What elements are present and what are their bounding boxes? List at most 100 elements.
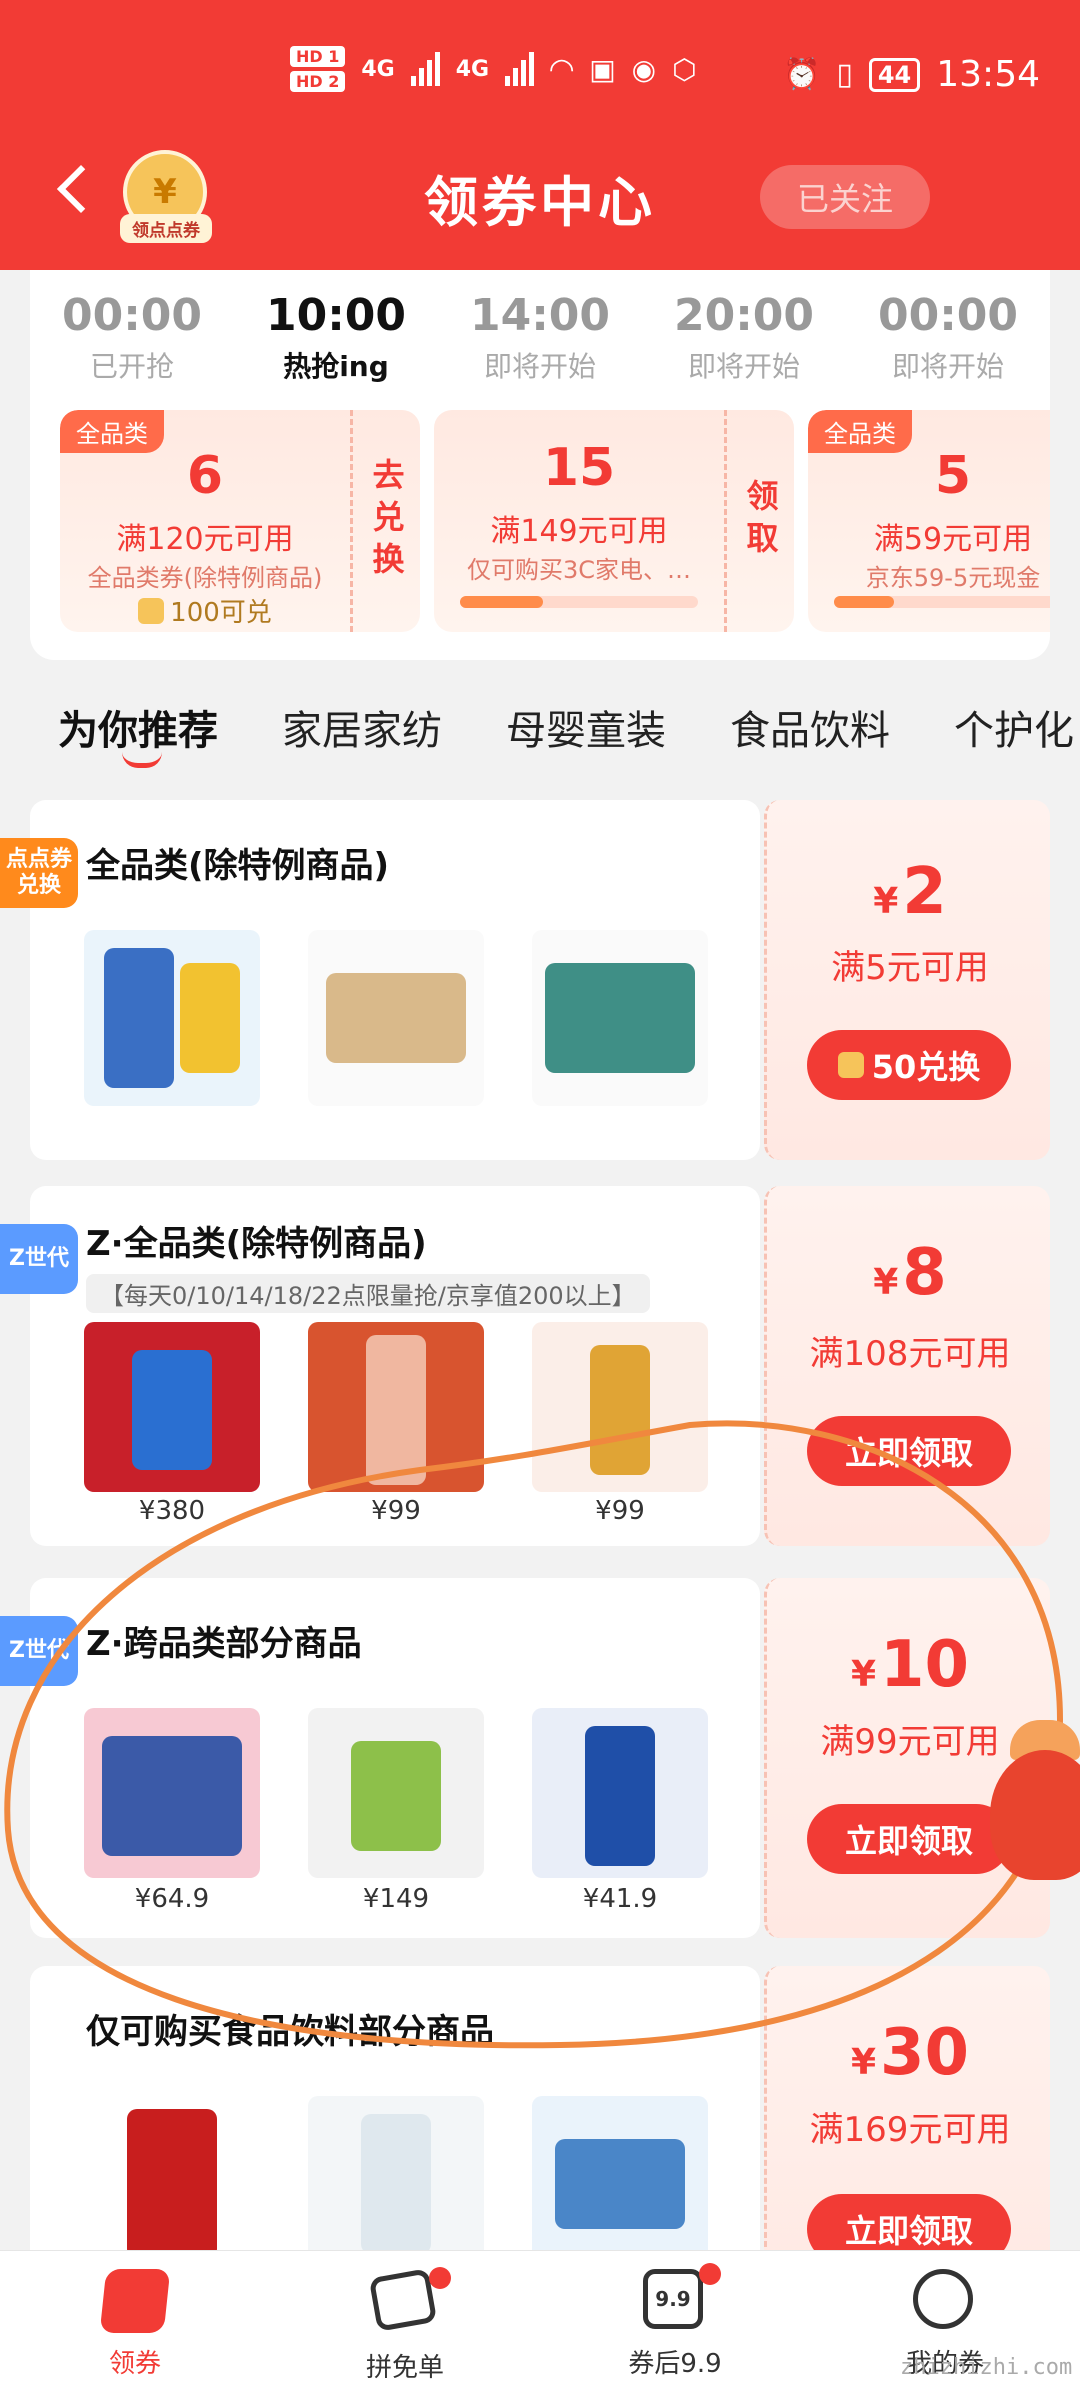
product-image-water[interactable] (308, 2096, 484, 2266)
signal-icon (410, 52, 440, 86)
session-status: 热抢ing (283, 350, 389, 383)
tab-home-textiles[interactable]: 家居家纺 (282, 698, 442, 756)
session-tab-active[interactable]: 10:00 热抢ing (234, 270, 438, 385)
product-price: ¥149 (362, 1884, 430, 1914)
flash-coupon[interactable]: 15 满149元可用 仅可购买3C家电、… 领取 (434, 410, 794, 632)
product-image-body-wash[interactable] (532, 1708, 708, 1878)
tab-food-drinks[interactable]: 食品饮料 (730, 698, 890, 756)
currency-symbol: ¥ (873, 1262, 899, 1303)
category-tabs: 为你推荐 家居家纺 母婴童装 食品饮料 个护化 (0, 680, 1080, 780)
session-status: 已开抢 (89, 350, 174, 383)
coupon-card: Z世代 Z·跨品类部分商品 ¥64.9 ¥149 ¥41.9 ¥10 满99元可… (0, 1578, 1053, 1938)
claim-button[interactable]: 立即领取 (807, 1416, 1011, 1486)
coupon-amount: ¥30 (767, 2016, 1053, 2090)
tab-personal-care[interactable]: 个护化 (954, 698, 1074, 756)
follow-button[interactable]: 已关注 (760, 165, 930, 229)
nav-group-buy[interactable]: 拼免单 (305, 2267, 505, 2384)
coupon-value-area: ¥8 满108元可用 立即领取 (764, 1186, 1050, 1546)
coupon-amount: ¥2 (767, 855, 1053, 929)
header-bar: HD 1 HD 2 4G 4G ◠ ▣ ◉ ⬡ ⏰ ▯ 44 13:54 ¥ 领… (0, 0, 1080, 270)
coupon-note: 【每天0/10/14/18/22点限量抢/京享值200以上】 (86, 1274, 650, 1313)
coupon-amount: 6 (186, 446, 224, 506)
exchange-button[interactable]: 50兑换 (807, 1030, 1011, 1100)
coupon-condition: 满149元可用 (490, 514, 668, 549)
nav-label: 券后9.9 (628, 2349, 722, 2379)
product-image-tissues[interactable] (84, 1708, 260, 1878)
coupon-title: 仅可购买食品饮料部分商品 (86, 2012, 494, 2052)
claim-button[interactable]: 立即领取 (807, 1804, 1011, 1874)
shield-icon: ⬡ (672, 52, 697, 86)
product-price: ¥99 (595, 1496, 645, 1526)
active-tab-indicator (122, 752, 162, 768)
coupon-description: 全品类券(除特例商品) (87, 564, 323, 592)
session-time: 00:00 (61, 290, 203, 341)
coupon-title: Z·跨品类部分商品 (86, 1624, 362, 1664)
nav-coupons[interactable]: 领券 (35, 2269, 235, 2380)
vibrate-icon: ▯ (836, 57, 853, 92)
network-4g-label: 4G (361, 56, 395, 82)
notification-dot (699, 2263, 721, 2285)
network-4g-label-2: 4G (455, 56, 490, 82)
coupon-products-area: Z世代 Z·全品类(除特例商品) 【每天0/10/14/18/22点限量抢/京享… (0, 1186, 760, 1546)
coupon-condition: 满120元可用 (116, 522, 294, 557)
signal-icon-2 (505, 52, 535, 86)
alarm-icon: ⏰ (782, 57, 821, 92)
price-tag-icon: 9.9 (643, 2263, 721, 2333)
coupon-card: 点点券兑换 全品类(除特例商品) ¥2 满5元可用 50兑换 (0, 800, 1053, 1160)
product-image-milk[interactable] (308, 930, 484, 1106)
session-tab[interactable]: 14:00 即将开始 (438, 270, 642, 385)
coupon-card: Z世代 Z·全品类(除特例商品) 【每天0/10/14/18/22点限量抢/京享… (0, 1186, 1050, 1546)
product-price: ¥41.9 (582, 1884, 658, 1914)
points-cost: 100可兑 (170, 598, 272, 628)
claim-progress-bar (460, 596, 698, 608)
tab-recommended[interactable]: 为你推荐 (58, 698, 218, 756)
product-image-shampoo[interactable] (84, 930, 260, 1106)
currency-symbol: ¥ (873, 881, 899, 922)
session-tab[interactable]: 20:00 即将开始 (642, 270, 846, 385)
coupon-title: 全品类(除特例商品) (86, 846, 390, 886)
session-tabs: 00:00 已开抢 10:00 热抢ing 14:00 即将开始 20:00 即… (30, 270, 1050, 385)
tab-mother-baby[interactable]: 母婴童装 (506, 698, 666, 756)
coupon-products-area: Z世代 Z·跨品类部分商品 ¥64.9 ¥149 ¥41.9 (0, 1578, 760, 1938)
status-bar: HD 1 HD 2 4G 4G ◠ ▣ ◉ ⬡ ⏰ ▯ 44 13:54 (0, 40, 1080, 130)
app-notification-icon: ▣ (589, 52, 616, 86)
product-image-supplement[interactable] (308, 1708, 484, 1878)
coupon-condition: 满5元可用 (831, 948, 989, 988)
lucky-bag-icon (990, 1750, 1080, 1880)
coupon-amount-value: 10 (880, 1628, 970, 1702)
z-generation-badge: Z世代 (0, 1616, 78, 1686)
product-price: ¥99 (371, 1496, 421, 1526)
price-tag-text: 9.9 (643, 2269, 703, 2329)
flash-coupon[interactable]: 全品类 6 满120元可用 全品类券(除特例商品) 100可兑 去兑换 (60, 410, 420, 632)
redeem-button[interactable]: 去兑换 (350, 410, 420, 632)
product-image-milk-box[interactable] (532, 2096, 708, 2266)
claim-button[interactable]: 领取 (724, 410, 794, 632)
product-image-cooking-oil[interactable] (84, 2096, 260, 2266)
watermark-text: zhizhizhi.com (900, 2355, 1073, 2380)
coupon-products-area: 点点券兑换 全品类(除特例商品) (0, 800, 760, 1160)
product-image-sunscreen[interactable] (84, 1322, 260, 1492)
session-time: 00:00 (877, 290, 1019, 341)
clock-time: 13:54 (936, 54, 1040, 95)
coupon-amount: ¥8 (767, 1236, 1053, 1310)
coupon-condition: 满108元可用 (809, 1334, 1011, 1374)
nav-label: 拼免单 (365, 2353, 444, 2383)
product-image-hair-straightener[interactable] (308, 1322, 484, 1492)
session-tab[interactable]: 00:00 已开抢 (30, 270, 234, 385)
flash-sale-card: 00:00 已开抢 10:00 热抢ing 14:00 即将开始 20:00 即… (30, 270, 1050, 660)
coupon-amount: ¥10 (767, 1628, 1053, 1702)
exchange-button-label: 50兑换 (871, 1048, 981, 1086)
nav-after-coupon-9-9[interactable]: 9.9 券后9.9 (575, 2263, 775, 2380)
coupon-condition: 满59元可用 (873, 522, 1033, 557)
coupon-amount: 15 (542, 438, 616, 498)
flash-coupon[interactable]: 全品类 5 满59元可用 京东59-5元现金 (808, 410, 1050, 632)
product-image-hair-oil[interactable] (532, 1322, 708, 1492)
session-tab[interactable]: 00:00 即将开始 (846, 270, 1050, 385)
battery-indicator: 44 (868, 57, 921, 92)
my-coupon-icon (913, 2269, 977, 2333)
floating-lucky-bag[interactable] (990, 1710, 1080, 1890)
product-image-drinks[interactable] (532, 930, 708, 1106)
z-generation-badge: Z世代 (0, 1224, 78, 1294)
coupon-title: Z·全品类(除特例商品) (86, 1224, 427, 1264)
claim-progress-bar (834, 596, 1050, 608)
